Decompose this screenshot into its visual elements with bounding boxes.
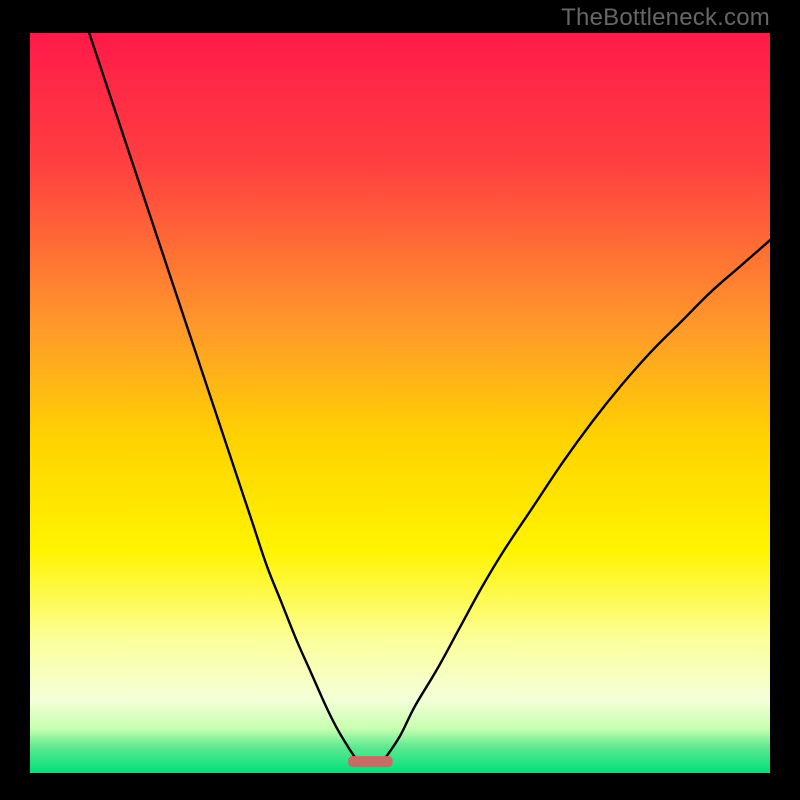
watermark-text: TheBottleneck.com [561, 4, 770, 32]
bottleneck-chart [30, 33, 770, 773]
gradient-background [30, 33, 770, 773]
bottleneck-marker [348, 756, 392, 767]
chart-frame [30, 33, 770, 773]
